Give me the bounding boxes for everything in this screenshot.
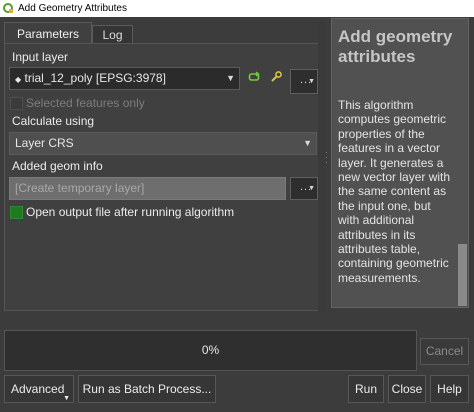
qgis-logo-icon	[3, 3, 13, 13]
chevron-down-icon: ▼	[308, 185, 315, 192]
help-title: Add geometry attributes	[338, 27, 453, 66]
tab-parameters[interactable]: Parameters	[4, 22, 92, 44]
input-layer-browse-button[interactable]: ... ▼	[290, 69, 318, 94]
chevron-down-icon: ▼	[303, 138, 312, 148]
progress-bar: 0%	[4, 330, 417, 371]
calculate-using-label: Calculate using	[12, 114, 95, 128]
open-output-label: Open output file after running algorithm	[26, 205, 235, 219]
help-scrollbar[interactable]	[458, 244, 467, 306]
selected-features-label: Selected features only	[26, 96, 145, 110]
batch-process-button[interactable]: Run as Batch Process...	[78, 375, 216, 403]
input-layer-label: Input layer	[12, 50, 69, 64]
chevron-down-icon: ▼	[63, 395, 70, 402]
splitter-handle[interactable]: · · ·	[325, 149, 328, 170]
calculate-using-value: Layer CRS	[15, 136, 74, 150]
added-geom-placeholder: [Create temporary layer]	[15, 181, 145, 195]
advanced-button[interactable]: Advanced ▼	[4, 375, 74, 403]
selected-features-checkbox[interactable]	[10, 97, 23, 110]
added-geom-label: Added geom info	[12, 159, 103, 173]
open-output-checkbox[interactable]	[10, 206, 23, 219]
panel-scrollbar[interactable]	[318, 22, 325, 312]
close-button[interactable]: Close	[388, 375, 426, 403]
calculate-using-combo[interactable]: Layer CRS ▼	[9, 132, 317, 155]
chevron-down-icon: ▼	[308, 78, 315, 85]
help-panel: Add geometry attributes This algorithm c…	[331, 18, 469, 308]
advanced-label: Advanced	[11, 382, 65, 396]
added-geom-output-field[interactable]: [Create temporary layer]	[9, 177, 286, 200]
cancel-button[interactable]: Cancel	[420, 338, 469, 365]
input-layer-value: trial_12_poly [EPSG:3978]	[24, 71, 166, 85]
window-title: Add Geometry Attributes	[18, 3, 127, 14]
wrench-icon[interactable]	[270, 70, 283, 83]
tab-log[interactable]: Log	[92, 25, 133, 44]
run-button[interactable]: Run	[348, 375, 384, 403]
polygon-layer-icon: ◆	[15, 75, 22, 84]
chevron-down-icon: ▼	[226, 73, 235, 83]
help-button[interactable]: Help	[430, 375, 469, 403]
help-text: This algorithm computes geometric proper…	[338, 98, 451, 285]
iterate-icon[interactable]	[248, 71, 260, 83]
input-layer-combo[interactable]: ◆ trial_12_poly [EPSG:3978] ▼	[9, 67, 240, 90]
progress-text: 0%	[201, 343, 220, 357]
title-bar: Add Geometry Attributes	[0, 0, 474, 17]
output-browse-button[interactable]: ... ▼	[290, 177, 318, 200]
